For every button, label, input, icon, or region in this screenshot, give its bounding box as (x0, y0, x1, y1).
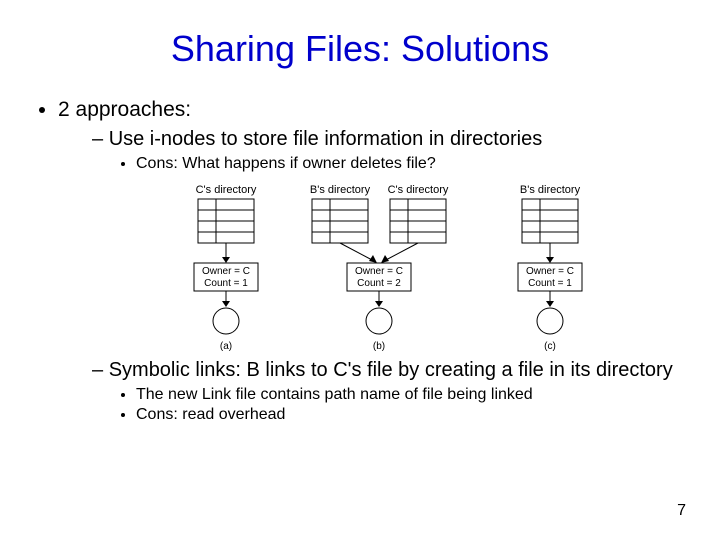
label-b-dir-b: B's directory (310, 184, 371, 196)
count-a: Count = 1 (204, 278, 248, 289)
count-b: Count = 2 (357, 278, 401, 289)
symlink-detail-path: The new Link file contains path name of … (136, 386, 684, 404)
panel-c: B's directory Owner = C (518, 184, 582, 351)
slide-body: 2 approaches: Use i-nodes to store file … (0, 70, 720, 424)
panel-b: B's directory C's directory (310, 184, 449, 351)
sub-c: (c) (544, 341, 556, 351)
label-c-dir-a: C's directory (196, 184, 257, 196)
label-c-dir-b: C's directory (388, 184, 449, 196)
cons-owner-deletes: Cons: What happens if owner deletes file… (136, 155, 684, 173)
sub-b: (b) (373, 341, 385, 351)
sub-bullet-inodes: Use i-nodes to store file information in… (92, 128, 684, 351)
slide-title: Sharing Files: Solutions (0, 0, 720, 70)
count-c: Count = 1 (528, 278, 572, 289)
sub-bullet-symlinks-text: Symbolic links: B links to C's file by c… (109, 359, 673, 381)
owner-a: Owner = C (202, 266, 250, 277)
label-b-dir-c: B's directory (520, 184, 581, 196)
bullet-approaches: 2 approaches: Use i-nodes to store file … (58, 98, 684, 424)
sub-a: (a) (220, 341, 232, 351)
panel-a: C's directory (194, 184, 258, 351)
owner-c: Owner = C (526, 266, 574, 277)
inode-figure: C's directory (188, 181, 684, 351)
sub-bullet-inodes-text: Use i-nodes to store file information in… (109, 128, 543, 150)
owner-b: Owner = C (355, 266, 403, 277)
bullet-approaches-text: 2 approaches: (58, 98, 191, 121)
symlink-cons: Cons: read overhead (136, 406, 684, 424)
sub-bullet-symlinks: Symbolic links: B links to C's file by c… (92, 359, 684, 424)
page-number: 7 (677, 502, 686, 520)
